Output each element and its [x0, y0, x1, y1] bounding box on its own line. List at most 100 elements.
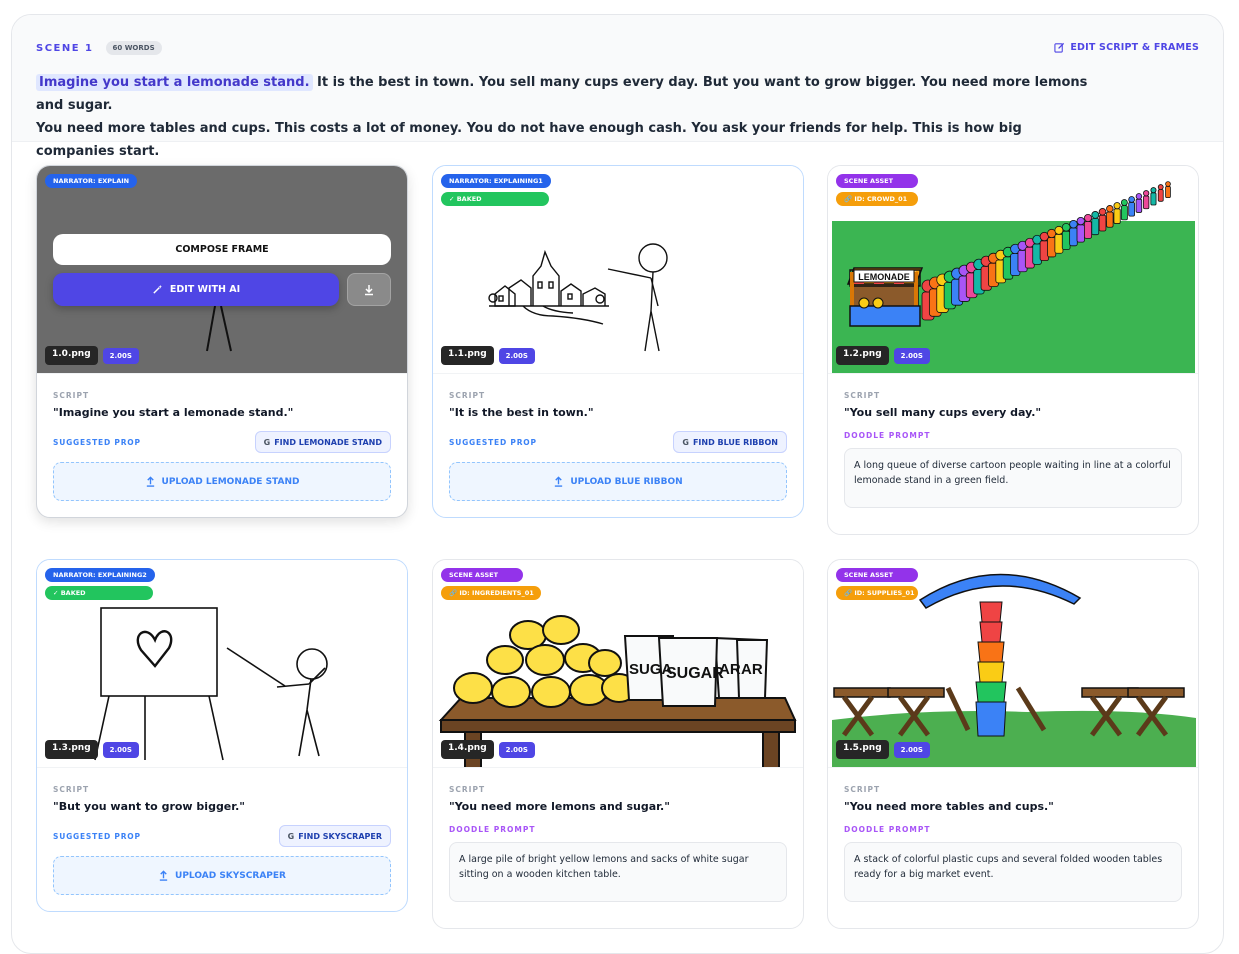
edit-script-label: EDIT SCRIPT & FRAMES	[1070, 42, 1199, 53]
asset-card[interactable]: SCENE ASSET 🔗 ID: SUPPLIES_01 1.5.png 2.…	[827, 559, 1199, 929]
scene-asset-tag: SCENE ASSET	[836, 568, 918, 582]
doodle-prompt-label: DOODLE PROMPT	[844, 825, 931, 834]
upload-icon	[146, 476, 154, 487]
download-icon	[365, 284, 373, 295]
sack-text: AR	[741, 661, 763, 678]
queue-person-body	[1091, 218, 1100, 236]
script-label: SCRIPT	[844, 391, 881, 400]
queue-person-head	[1098, 208, 1107, 216]
scene-header: SCENE 1 60 WORDS EDIT SCRIPT & FRAMES Im…	[12, 15, 1223, 159]
suggested-prop-label: SUGGESTED PROP	[53, 831, 141, 841]
frame-filename: 1.1.png	[441, 346, 494, 365]
queue-person-head	[1076, 216, 1085, 226]
google-icon: G	[287, 831, 295, 841]
script-quote: "You sell many cups every day."	[844, 406, 1042, 419]
frame-card[interactable]: NARRATOR: EXPLAIN COMPOSE FRAME EDIT WIT…	[36, 165, 408, 518]
queue-person-body	[1061, 230, 1071, 250]
script-quote: "Imagine you start a lemonade stand."	[53, 406, 294, 419]
queue-person-head	[1069, 219, 1078, 229]
baked-label: BAKED	[456, 195, 482, 203]
doodle-prompt-label: DOODLE PROMPT	[844, 431, 931, 440]
queue-person-body	[1150, 192, 1157, 206]
upload-icon	[555, 476, 563, 487]
queue-person-head	[1113, 202, 1121, 210]
google-icon: G	[682, 437, 689, 447]
word-count-badge: 60 WORDS	[105, 41, 162, 55]
queue-person-head	[1143, 190, 1150, 197]
download-button[interactable]	[347, 273, 391, 306]
suggested-prop-label: SUGGESTED PROP	[53, 437, 141, 447]
asset-id-tag: 🔗 ID: SUPPLIES_01	[836, 586, 918, 600]
queue-person-body	[1128, 202, 1135, 217]
frame-card[interactable]: NARRATOR: EXPLAINING1 ✓ BAKED 1.1.png 2.…	[432, 165, 804, 518]
script-label: SCRIPT	[449, 785, 486, 794]
asset-id-label: ID: SUPPLIES_01	[854, 589, 915, 597]
narrator-tag: NARRATOR: EXPLAIN	[45, 174, 138, 188]
scene-script-text: Imagine you start a lemonade stand. It i…	[36, 71, 1096, 163]
script-label: SCRIPT	[449, 391, 486, 400]
frame-image[interactable]: SCENE ASSET 🔗 ID: SUPPLIES_01 1.5.png 2.…	[828, 560, 1198, 768]
queue-person-head	[1054, 225, 1064, 235]
queue-person-body	[1157, 189, 1164, 202]
queue-person-head	[1091, 211, 1100, 219]
asset-card[interactable]: SUGA SUGAR AR AR SCENE ASSET 🔗 ID: INGRE…	[432, 559, 804, 929]
highlighted-sentence[interactable]: Imagine you start a lemonade stand.	[36, 74, 313, 91]
queue-person-body	[1135, 198, 1143, 213]
find-prop-label: FIND LEMONADE STAND	[274, 437, 382, 447]
queue-person-body	[1113, 208, 1121, 224]
queue-person-body	[1054, 234, 1064, 254]
queue-person-body	[1076, 224, 1085, 243]
queue-person-head	[1157, 184, 1164, 190]
find-prop-button[interactable]: G FIND LEMONADE STAND	[254, 431, 391, 453]
doodle-prompt-text[interactable]: A long queue of diverse cartoon people w…	[844, 448, 1182, 508]
frame-duration: 2.00S	[893, 742, 930, 758]
baked-badge: ✓ BAKED	[441, 192, 549, 206]
queue-person-body	[1120, 205, 1128, 221]
scene-asset-tag: SCENE ASSET	[836, 174, 918, 188]
find-prop-button[interactable]: G FIND SKYSCRAPER	[278, 825, 391, 847]
stand-sign: LEMONADE	[858, 272, 910, 282]
upload-icon	[159, 870, 168, 881]
frame-duration: 2.00S	[102, 348, 139, 364]
upload-prop-button[interactable]: UPLOAD SKYSCRAPER	[53, 856, 391, 895]
queue-person-head	[1165, 181, 1171, 187]
queue-person-head	[1106, 205, 1114, 213]
script-label: SCRIPT	[53, 785, 90, 794]
frame-image[interactable]: NARRATOR: EXPLAINING2 ✓ BAKED 1.3.png 2.…	[37, 560, 407, 768]
frame-filename: 1.0.png	[45, 346, 98, 365]
frame-image[interactable]: SUGA SUGAR AR AR SCENE ASSET 🔗 ID: INGRE…	[433, 560, 803, 768]
queue-person-body	[1143, 195, 1150, 210]
script-quote: "You need more lemons and sugar."	[449, 800, 670, 813]
frame-filename: 1.2.png	[836, 346, 889, 365]
asset-id-label: ID: INGREDIENTS_01	[459, 589, 534, 597]
frame-image[interactable]: LEMONADE SCENE ASSET 🔗 ID: CROWD_01 1.2.…	[828, 166, 1198, 374]
edit-with-ai-label: EDIT WITH AI	[169, 284, 241, 295]
edit-icon	[1054, 42, 1065, 53]
google-icon: G	[263, 437, 271, 447]
upload-prop-button[interactable]: UPLOAD BLUE RIBBON	[449, 462, 787, 501]
compose-frame-button[interactable]: COMPOSE FRAME	[53, 234, 391, 265]
frame-image[interactable]: NARRATOR: EXPLAIN COMPOSE FRAME EDIT WIT…	[37, 166, 407, 374]
script-quote: "It is the best in town."	[449, 406, 594, 419]
asset-card[interactable]: LEMONADE SCENE ASSET 🔗 ID: CROWD_01 1.2.…	[827, 165, 1199, 535]
frame-duration: 2.00S	[498, 348, 535, 364]
find-prop-button[interactable]: G FIND BLUE RIBBON	[673, 431, 787, 453]
frame-image[interactable]: NARRATOR: EXPLAINING1 ✓ BAKED 1.1.png 2.…	[433, 166, 803, 374]
script-label: SCRIPT	[53, 391, 90, 400]
asset-id-tag: 🔗 ID: CROWD_01	[836, 192, 918, 206]
sack-text: SUGAR	[666, 665, 724, 682]
narrator-tag: NARRATOR: EXPLAINING2	[45, 568, 155, 582]
frame-hover-overlay	[37, 166, 407, 373]
upload-prop-button[interactable]: UPLOAD LEMONADE STAND	[53, 462, 391, 501]
edit-script-button[interactable]: EDIT SCRIPT & FRAMES	[1054, 42, 1199, 53]
edit-with-ai-button[interactable]: EDIT WITH AI	[53, 273, 339, 306]
frame-card[interactable]: NARRATOR: EXPLAINING2 ✓ BAKED 1.3.png 2.…	[36, 559, 408, 912]
baked-label: BAKED	[60, 589, 86, 597]
frame-filename: 1.4.png	[441, 740, 494, 759]
queue-person-head	[1128, 196, 1135, 203]
asset-id-tag: 🔗 ID: INGREDIENTS_01	[441, 586, 541, 600]
doodle-prompt-text[interactable]: A large pile of bright yellow lemons and…	[449, 842, 787, 902]
upload-prop-label: UPLOAD LEMONADE STAND	[161, 476, 300, 487]
magic-wand-icon	[153, 284, 162, 294]
doodle-prompt-text[interactable]: A stack of colorful plastic cups and sev…	[844, 842, 1182, 902]
